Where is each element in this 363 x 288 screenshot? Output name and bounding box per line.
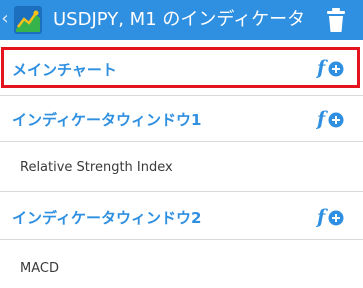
section-indicator-window-1[interactable]: インディケータウィンドウ1 f <box>0 96 363 141</box>
section-main-chart[interactable]: メインチャート f <box>0 48 363 88</box>
section-label: メインチャート <box>12 61 117 79</box>
section-label: インディケータウィンドウ1 <box>12 111 202 129</box>
indicator-name: MACD <box>20 261 59 276</box>
trash-icon[interactable] <box>325 7 347 33</box>
svg-text:f: f <box>316 206 328 228</box>
title-bar: ‹ USDJPY, M1 のインディケータ <box>0 0 363 40</box>
section-indicator-window-2[interactable]: インディケータウィンドウ2 f <box>0 192 363 239</box>
section-label: インディケータウィンドウ2 <box>12 209 202 227</box>
chevron-left-icon[interactable]: ‹ <box>0 9 10 29</box>
list-item[interactable]: MACD <box>0 240 363 288</box>
add-indicator-icon[interactable]: f <box>316 107 346 131</box>
add-indicator-icon[interactable]: f <box>316 56 346 80</box>
indicator-name: Relative Strength Index <box>20 160 173 175</box>
add-indicator-icon[interactable]: f <box>316 205 346 229</box>
page-title: USDJPY, M1 のインディケータ <box>53 9 306 30</box>
svg-text:f: f <box>316 57 328 79</box>
svg-text:f: f <box>316 108 328 130</box>
list-item[interactable]: Relative Strength Index <box>0 142 363 191</box>
app-logo-icon[interactable] <box>13 5 43 35</box>
